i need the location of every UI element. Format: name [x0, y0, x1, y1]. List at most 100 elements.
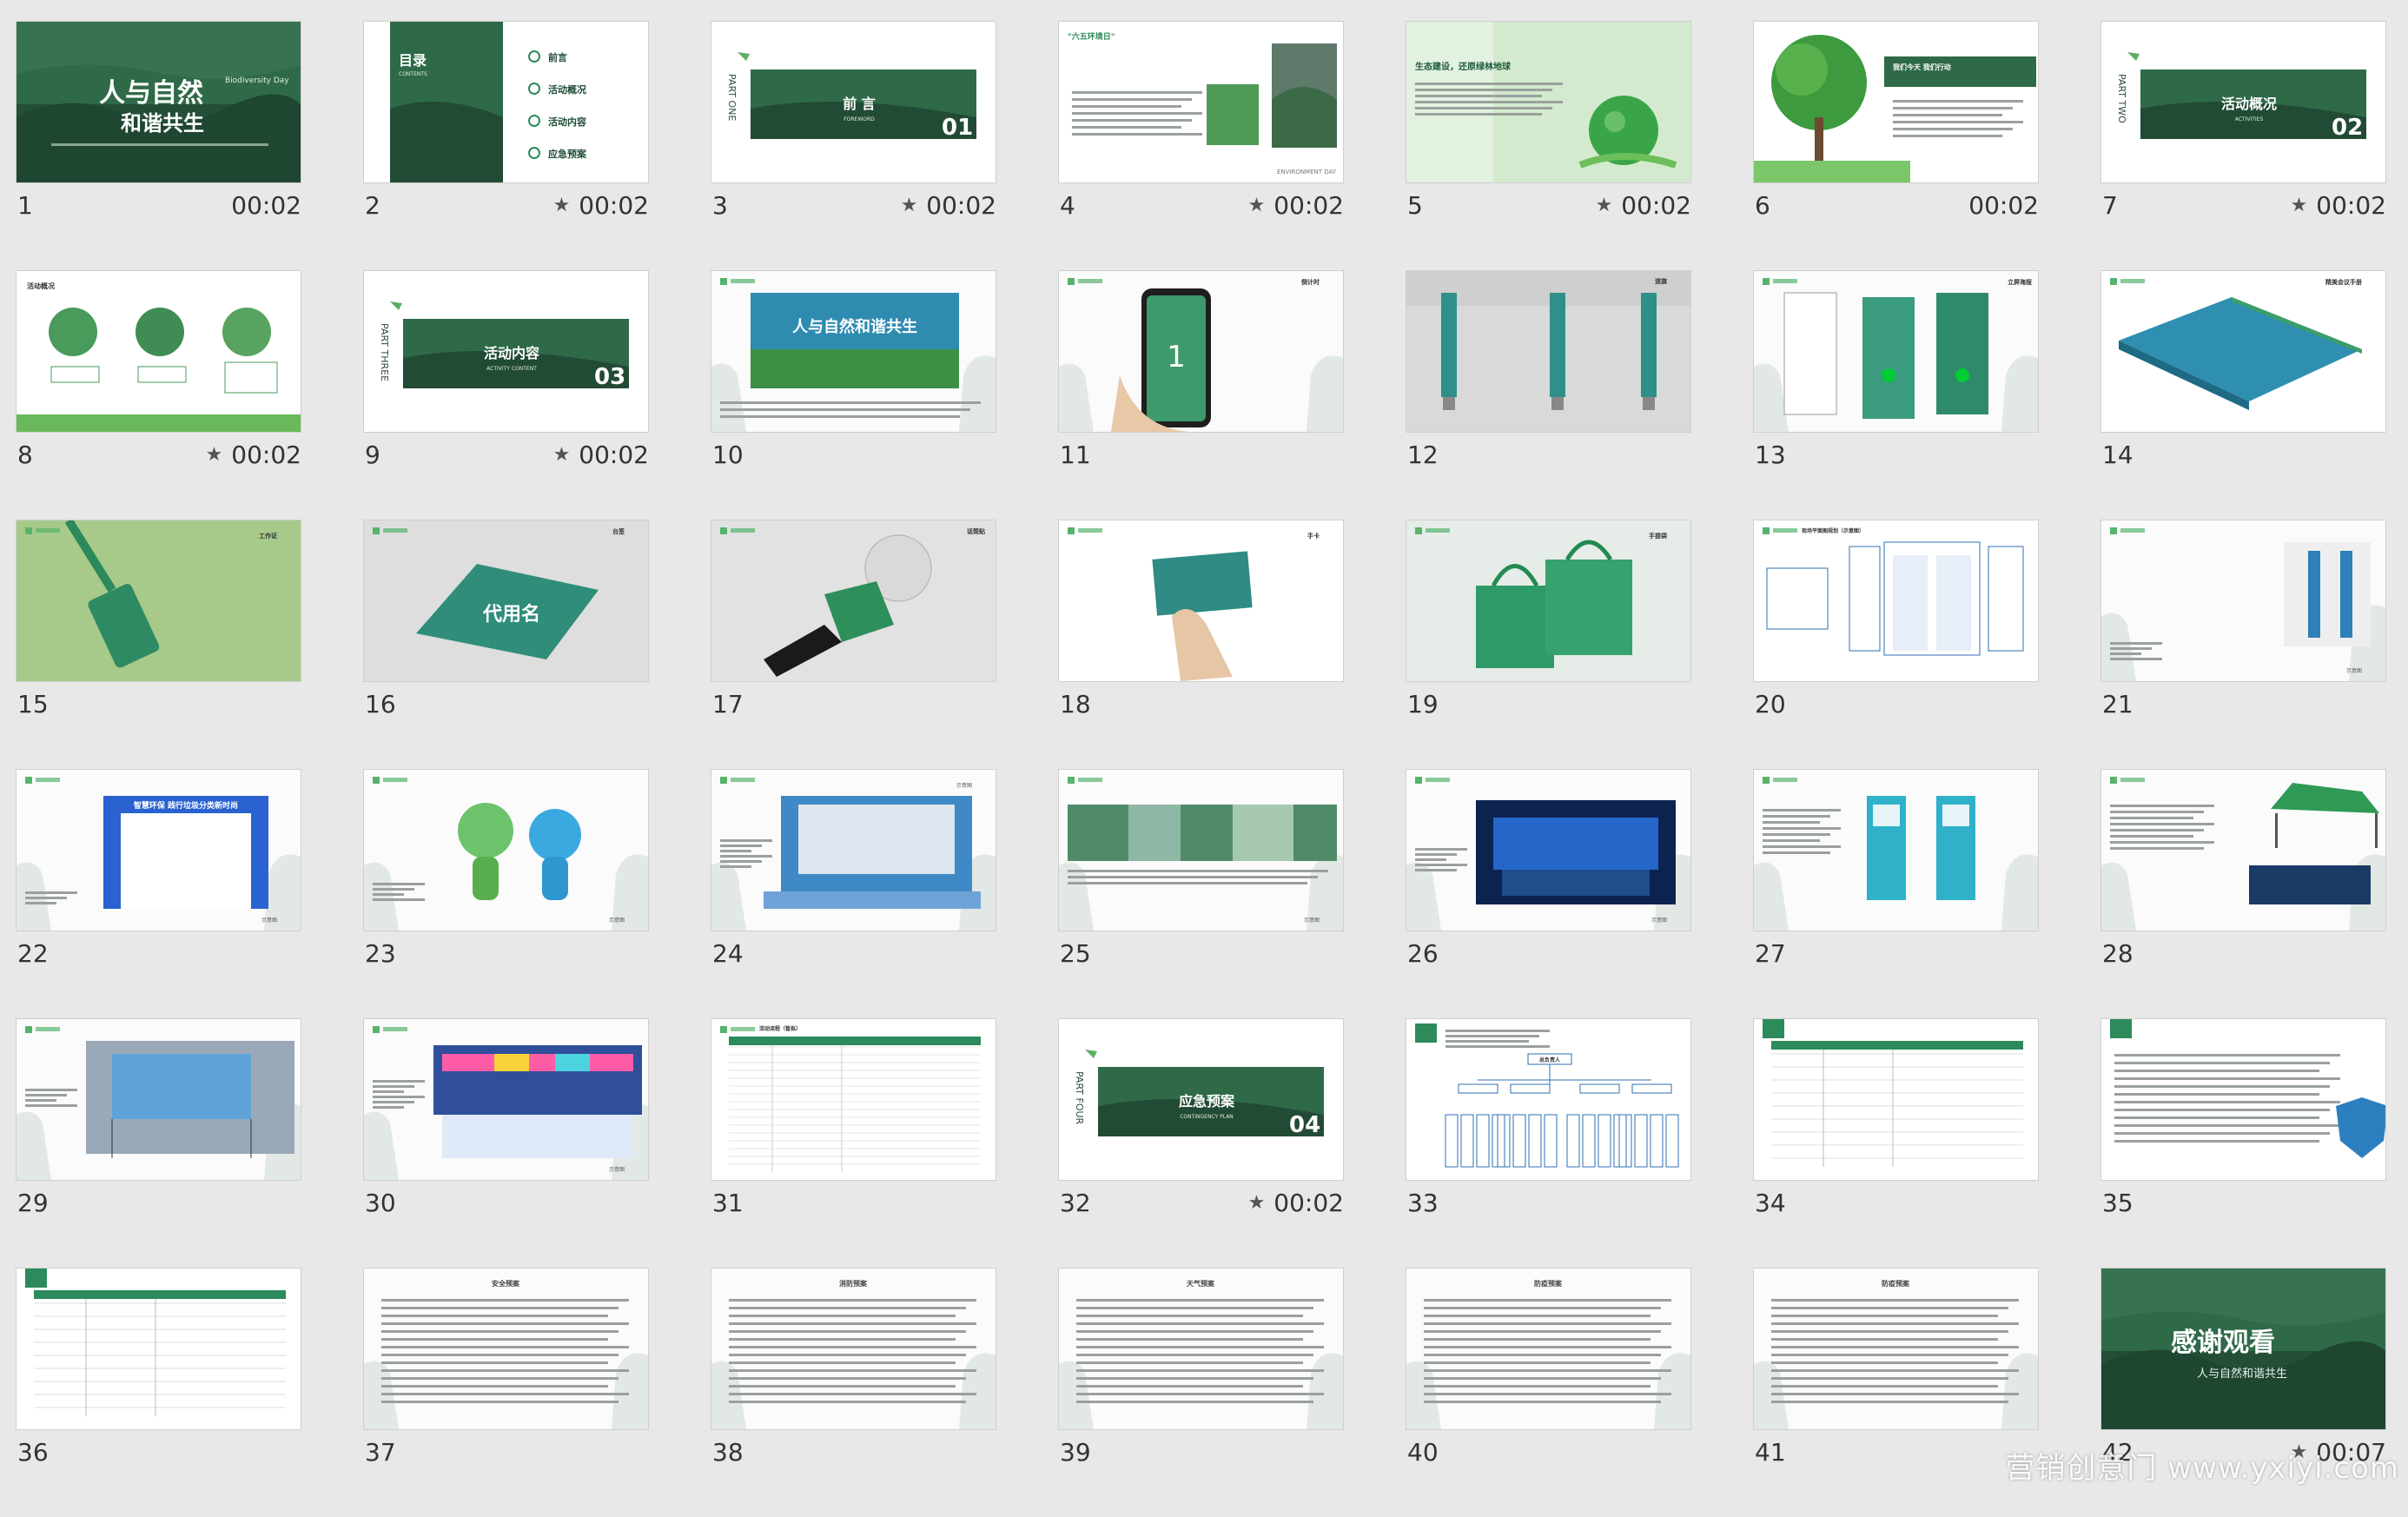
- slide-thumbnail[interactable]: 立屏海报: [1753, 270, 2039, 433]
- slide-meta: 22: [16, 931, 301, 975]
- slide-thumbnail[interactable]: 1 倒计时: [1058, 270, 1344, 433]
- slide-thumbnail[interactable]: 我们今天 我们行动: [1753, 21, 2039, 183]
- slide-thumbnail[interactable]: 工作证: [16, 520, 301, 682]
- slide-meta: 36: [16, 1430, 301, 1474]
- slide-meta: 41: [1753, 1430, 2039, 1474]
- slide-meta: 17: [711, 682, 996, 725]
- slide-thumbnail[interactable]: 手提袋: [1406, 520, 1691, 682]
- slide-sorter-grid: 人与自然 和谐共生 Biodiversity Day 1 00:02 目录 CONTENT…: [16, 21, 2386, 1517]
- slide-thumbnail[interactable]: 人与自然 和谐共生 Biodiversity Day: [16, 21, 301, 183]
- slide-duration: 00:02: [231, 190, 301, 220]
- slide-cell: 手提袋 19: [1406, 520, 1691, 769]
- slide-number: 36: [17, 1437, 49, 1467]
- svg-text:活动内容: 活动内容: [548, 116, 586, 128]
- slide-thumbnail[interactable]: 生态建设，还原绿林地球: [1406, 21, 1691, 183]
- slide-thumbnail[interactable]: 手卡: [1058, 520, 1344, 682]
- slide-cell: 安全预案 37: [363, 1268, 649, 1517]
- slide-number: 6: [1755, 190, 1770, 220]
- slide-thumbnail[interactable]: [1753, 1018, 2039, 1181]
- slide-thumbnail[interactable]: "六五环境日" ENVIRONMENT DAY: [1058, 21, 1344, 183]
- slide-meta: 37: [363, 1430, 649, 1474]
- slide-thumbnail[interactable]: 感谢观看 人与自然和谐共生: [2100, 1268, 2386, 1430]
- slide-cell: 立屏海报 13: [1753, 270, 2039, 520]
- animation-star-icon: ★: [205, 443, 223, 466]
- slide-thumbnail[interactable]: 目录 CONTENTS 前言 活动概况 活动内容 应急预案: [363, 21, 649, 183]
- slide-thumbnail[interactable]: 示意图: [1406, 769, 1691, 931]
- svg-text:示意图: 示意图: [956, 782, 972, 789]
- slide-thumbnail[interactable]: 现场平面图规划（示意图）: [1753, 520, 2039, 682]
- svg-text:人与自然: 人与自然: [99, 78, 203, 109]
- svg-text:人与自然和谐共生: 人与自然和谐共生: [2197, 1367, 2287, 1381]
- slide-meta: 5 ★ 00:02: [1406, 183, 1691, 227]
- slide-meta: 3 ★ 00:02: [711, 183, 996, 227]
- slide-meta: 27: [1753, 931, 2039, 975]
- svg-text:活动内容: 活动内容: [484, 345, 539, 361]
- slide-cell: 活动概况 ACTIVITIES PART TWO 02 7 ★ 00:02: [2100, 21, 2386, 270]
- slide-thumbnail[interactable]: 应急预案 CONTINGENCY PLAN PART FOUR 04: [1058, 1018, 1344, 1181]
- slide-thumbnail[interactable]: 防疫预案: [1406, 1268, 1691, 1430]
- svg-text:前言: 前言: [548, 51, 567, 63]
- svg-text:天气预案: 天气预案: [1187, 1279, 1215, 1288]
- slide-thumbnail[interactable]: 总负责人: [1406, 1018, 1691, 1181]
- svg-text:我们今天 我们行动: 我们今天 我们行动: [1893, 63, 1951, 71]
- svg-text:现场平面图规划（示意图）: 现场平面图规划（示意图）: [1802, 527, 1864, 534]
- slide-meta: 10: [711, 433, 996, 476]
- svg-text:PART ONE: PART ONE: [726, 74, 738, 121]
- watermark-text: 营销创意门 www.yxiyi.com: [2005, 1451, 2399, 1486]
- slide-thumbnail[interactable]: 示意图: [711, 769, 996, 931]
- slide-thumbnail[interactable]: 示意图: [363, 1018, 649, 1181]
- slide-meta: 39: [1058, 1430, 1344, 1474]
- svg-text:精美会议手册: 精美会议手册: [2325, 278, 2362, 286]
- slide-thumbnail[interactable]: [16, 1018, 301, 1181]
- svg-text:应急预案: 应急预案: [548, 148, 587, 160]
- slide-duration: 00:02: [1621, 190, 1691, 220]
- slide-thumbnail[interactable]: 话筒贴: [711, 520, 996, 682]
- slide-number: 28: [2102, 938, 2133, 968]
- slide-thumbnail[interactable]: 人与自然和谐共生: [711, 270, 996, 433]
- slide-cell: 生态建设，还原绿林地球 5 ★ 00:02: [1406, 21, 1691, 270]
- slide-thumbnail[interactable]: 安全预案: [363, 1268, 649, 1430]
- slide-number: 22: [17, 938, 49, 968]
- slide-thumbnail[interactable]: 防疫预案: [1753, 1268, 2039, 1430]
- slide-thumbnail[interactable]: 活动概况: [16, 270, 301, 433]
- slide-thumbnail[interactable]: 示意图: [2100, 520, 2386, 682]
- slide-number: 26: [1407, 938, 1439, 968]
- slide-timing: ★ 00:02: [2291, 191, 2386, 220]
- slide-thumbnail[interactable]: 活动概况 ACTIVITIES PART TWO 02: [2100, 21, 2386, 183]
- slide-number: 23: [365, 938, 396, 968]
- slide-meta: 31: [711, 1181, 996, 1224]
- slide-meta: 9 ★ 00:02: [363, 433, 649, 476]
- svg-text:智慧环保 践行垃圾分类新时尚: 智慧环保 践行垃圾分类新时尚: [134, 800, 238, 811]
- slide-meta: 1 00:02: [16, 183, 301, 227]
- slide-thumbnail[interactable]: [16, 1268, 301, 1430]
- svg-text:前 言: 前 言: [843, 96, 876, 112]
- slide-cell: 应急预案 CONTINGENCY PLAN PART FOUR 04 32 ★ 00:02: [1058, 1018, 1344, 1268]
- slide-thumbnail[interactable]: 示意图: [1058, 769, 1344, 931]
- slide-cell: 示意图 30: [363, 1018, 649, 1268]
- svg-text:示意图: 示意图: [609, 1166, 625, 1173]
- slide-thumbnail[interactable]: 天气预案: [1058, 1268, 1344, 1430]
- slide-thumbnail[interactable]: 智慧环保 践行垃圾分类新时尚 示意图: [16, 769, 301, 931]
- slide-cell: 35: [2100, 1018, 2386, 1268]
- slide-thumbnail[interactable]: 精美会议手册: [2100, 270, 2386, 433]
- slide-number: 14: [2102, 440, 2133, 469]
- slide-thumbnail[interactable]: [2100, 1018, 2386, 1181]
- slide-cell: 27: [1753, 769, 2039, 1018]
- slide-number: 4: [1060, 190, 1075, 220]
- slide-meta: 35: [2100, 1181, 2386, 1224]
- slide-thumbnail[interactable]: 前 言 FOREWORD PART ONE 01: [711, 21, 996, 183]
- slide-thumbnail[interactable]: 代用名 台签: [363, 520, 649, 682]
- slide-thumbnail[interactable]: 示意图: [363, 769, 649, 931]
- svg-text:台签: 台签: [612, 527, 625, 535]
- slide-meta: 29: [16, 1181, 301, 1224]
- slide-thumbnail[interactable]: 消防预案: [711, 1268, 996, 1430]
- slide-number: 17: [712, 689, 744, 719]
- slide-thumbnail[interactable]: 道旗: [1406, 270, 1691, 433]
- slide-thumbnail[interactable]: [1753, 769, 2039, 931]
- slide-thumbnail[interactable]: 活动内容 ACTIVITY CONTENT PART THREE 03: [363, 270, 649, 433]
- slide-thumbnail[interactable]: [2100, 769, 2386, 931]
- slide-thumbnail[interactable]: 活动流程（暂拟）: [711, 1018, 996, 1181]
- svg-text:手卡: 手卡: [1307, 532, 1320, 540]
- slide-duration: 00:02: [1968, 190, 2039, 220]
- svg-text:活动概况: 活动概况: [548, 83, 586, 96]
